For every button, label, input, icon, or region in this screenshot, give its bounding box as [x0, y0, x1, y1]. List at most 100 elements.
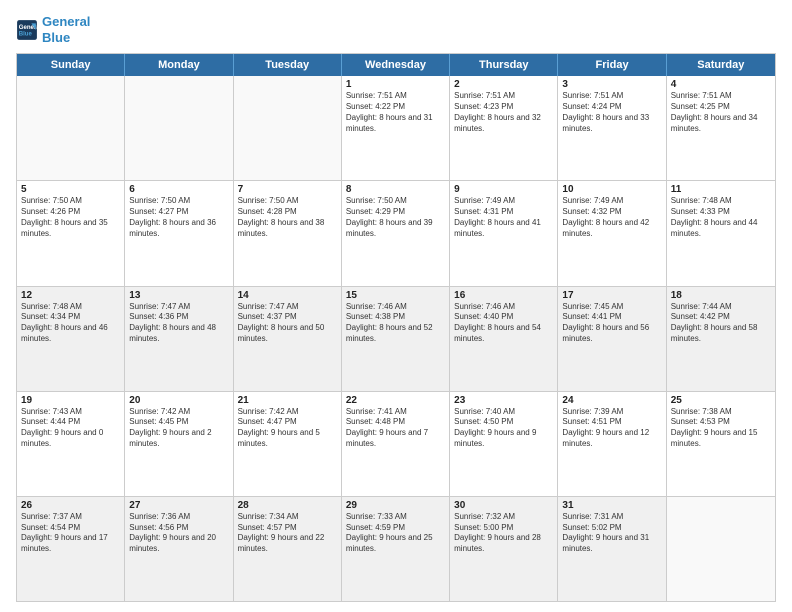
day-info: Sunrise: 7:50 AM Sunset: 4:29 PM Dayligh…	[346, 196, 445, 239]
day-number: 4	[671, 79, 771, 90]
day-number: 14	[238, 290, 337, 301]
day-number: 8	[346, 184, 445, 195]
calendar-cell-day-20: 20Sunrise: 7:42 AM Sunset: 4:45 PM Dayli…	[125, 392, 233, 496]
day-info: Sunrise: 7:50 AM Sunset: 4:26 PM Dayligh…	[21, 196, 120, 239]
calendar-cell-day-17: 17Sunrise: 7:45 AM Sunset: 4:41 PM Dayli…	[558, 287, 666, 391]
day-info: Sunrise: 7:40 AM Sunset: 4:50 PM Dayligh…	[454, 407, 553, 450]
logo: General Blue General Blue	[16, 14, 90, 45]
calendar-cell-day-14: 14Sunrise: 7:47 AM Sunset: 4:37 PM Dayli…	[234, 287, 342, 391]
day-info: Sunrise: 7:42 AM Sunset: 4:47 PM Dayligh…	[238, 407, 337, 450]
calendar-cell-day-26: 26Sunrise: 7:37 AM Sunset: 4:54 PM Dayli…	[17, 497, 125, 601]
calendar-cell-day-3: 3Sunrise: 7:51 AM Sunset: 4:24 PM Daylig…	[558, 76, 666, 180]
day-number: 3	[562, 79, 661, 90]
calendar-cell-day-2: 2Sunrise: 7:51 AM Sunset: 4:23 PM Daylig…	[450, 76, 558, 180]
calendar-cell-day-19: 19Sunrise: 7:43 AM Sunset: 4:44 PM Dayli…	[17, 392, 125, 496]
day-number: 11	[671, 184, 771, 195]
page: General Blue General Blue SundayMondayTu…	[0, 0, 792, 612]
calendar-cell-day-16: 16Sunrise: 7:46 AM Sunset: 4:40 PM Dayli…	[450, 287, 558, 391]
day-info: Sunrise: 7:48 AM Sunset: 4:33 PM Dayligh…	[671, 196, 771, 239]
calendar-cell-day-9: 9Sunrise: 7:49 AM Sunset: 4:31 PM Daylig…	[450, 181, 558, 285]
day-number: 28	[238, 500, 337, 511]
day-info: Sunrise: 7:50 AM Sunset: 4:27 PM Dayligh…	[129, 196, 228, 239]
day-number: 19	[21, 395, 120, 406]
day-info: Sunrise: 7:47 AM Sunset: 4:37 PM Dayligh…	[238, 302, 337, 345]
day-number: 7	[238, 184, 337, 195]
day-info: Sunrise: 7:51 AM Sunset: 4:25 PM Dayligh…	[671, 91, 771, 134]
calendar-cell-day-11: 11Sunrise: 7:48 AM Sunset: 4:33 PM Dayli…	[667, 181, 775, 285]
calendar-cell-day-6: 6Sunrise: 7:50 AM Sunset: 4:27 PM Daylig…	[125, 181, 233, 285]
svg-text:Blue: Blue	[19, 31, 33, 37]
day-info: Sunrise: 7:36 AM Sunset: 4:56 PM Dayligh…	[129, 512, 228, 555]
calendar-cell-day-13: 13Sunrise: 7:47 AM Sunset: 4:36 PM Dayli…	[125, 287, 233, 391]
day-info: Sunrise: 7:51 AM Sunset: 4:23 PM Dayligh…	[454, 91, 553, 134]
calendar-row-0: 1Sunrise: 7:51 AM Sunset: 4:22 PM Daylig…	[17, 76, 775, 181]
day-number: 16	[454, 290, 553, 301]
day-number: 31	[562, 500, 661, 511]
day-info: Sunrise: 7:49 AM Sunset: 4:32 PM Dayligh…	[562, 196, 661, 239]
day-info: Sunrise: 7:50 AM Sunset: 4:28 PM Dayligh…	[238, 196, 337, 239]
day-number: 13	[129, 290, 228, 301]
day-info: Sunrise: 7:43 AM Sunset: 4:44 PM Dayligh…	[21, 407, 120, 450]
day-number: 2	[454, 79, 553, 90]
calendar-cell-day-4: 4Sunrise: 7:51 AM Sunset: 4:25 PM Daylig…	[667, 76, 775, 180]
weekday-header-friday: Friday	[558, 54, 666, 76]
calendar-row-3: 19Sunrise: 7:43 AM Sunset: 4:44 PM Dayli…	[17, 392, 775, 497]
calendar-row-4: 26Sunrise: 7:37 AM Sunset: 4:54 PM Dayli…	[17, 497, 775, 601]
calendar-cell-day-28: 28Sunrise: 7:34 AM Sunset: 4:57 PM Dayli…	[234, 497, 342, 601]
day-info: Sunrise: 7:47 AM Sunset: 4:36 PM Dayligh…	[129, 302, 228, 345]
day-info: Sunrise: 7:45 AM Sunset: 4:41 PM Dayligh…	[562, 302, 661, 345]
day-info: Sunrise: 7:31 AM Sunset: 5:02 PM Dayligh…	[562, 512, 661, 555]
day-info: Sunrise: 7:38 AM Sunset: 4:53 PM Dayligh…	[671, 407, 771, 450]
day-number: 15	[346, 290, 445, 301]
day-number: 21	[238, 395, 337, 406]
day-number: 5	[21, 184, 120, 195]
calendar-cell-day-15: 15Sunrise: 7:46 AM Sunset: 4:38 PM Dayli…	[342, 287, 450, 391]
calendar-header: SundayMondayTuesdayWednesdayThursdayFrid…	[17, 54, 775, 76]
day-number: 24	[562, 395, 661, 406]
calendar-cell-day-10: 10Sunrise: 7:49 AM Sunset: 4:32 PM Dayli…	[558, 181, 666, 285]
calendar-cell-day-1: 1Sunrise: 7:51 AM Sunset: 4:22 PM Daylig…	[342, 76, 450, 180]
calendar-cell-day-31: 31Sunrise: 7:31 AM Sunset: 5:02 PM Dayli…	[558, 497, 666, 601]
day-number: 6	[129, 184, 228, 195]
day-number: 12	[21, 290, 120, 301]
day-number: 25	[671, 395, 771, 406]
day-info: Sunrise: 7:33 AM Sunset: 4:59 PM Dayligh…	[346, 512, 445, 555]
logo-text: General Blue	[42, 14, 90, 45]
weekday-header-sunday: Sunday	[17, 54, 125, 76]
calendar-cell-day-18: 18Sunrise: 7:44 AM Sunset: 4:42 PM Dayli…	[667, 287, 775, 391]
weekday-header-wednesday: Wednesday	[342, 54, 450, 76]
calendar-cell-day-22: 22Sunrise: 7:41 AM Sunset: 4:48 PM Dayli…	[342, 392, 450, 496]
calendar-row-1: 5Sunrise: 7:50 AM Sunset: 4:26 PM Daylig…	[17, 181, 775, 286]
day-number: 29	[346, 500, 445, 511]
day-number: 30	[454, 500, 553, 511]
calendar-cell-day-23: 23Sunrise: 7:40 AM Sunset: 4:50 PM Dayli…	[450, 392, 558, 496]
day-info: Sunrise: 7:32 AM Sunset: 5:00 PM Dayligh…	[454, 512, 553, 555]
calendar-cell-empty	[17, 76, 125, 180]
day-number: 26	[21, 500, 120, 511]
header: General Blue General Blue	[16, 14, 776, 45]
day-info: Sunrise: 7:51 AM Sunset: 4:24 PM Dayligh…	[562, 91, 661, 134]
weekday-header-monday: Monday	[125, 54, 233, 76]
day-number: 9	[454, 184, 553, 195]
day-number: 17	[562, 290, 661, 301]
calendar: SundayMondayTuesdayWednesdayThursdayFrid…	[16, 53, 776, 602]
day-number: 1	[346, 79, 445, 90]
calendar-cell-day-5: 5Sunrise: 7:50 AM Sunset: 4:26 PM Daylig…	[17, 181, 125, 285]
day-info: Sunrise: 7:51 AM Sunset: 4:22 PM Dayligh…	[346, 91, 445, 134]
day-info: Sunrise: 7:48 AM Sunset: 4:34 PM Dayligh…	[21, 302, 120, 345]
day-number: 18	[671, 290, 771, 301]
day-number: 10	[562, 184, 661, 195]
day-info: Sunrise: 7:44 AM Sunset: 4:42 PM Dayligh…	[671, 302, 771, 345]
calendar-cell-day-24: 24Sunrise: 7:39 AM Sunset: 4:51 PM Dayli…	[558, 392, 666, 496]
calendar-cell-day-12: 12Sunrise: 7:48 AM Sunset: 4:34 PM Dayli…	[17, 287, 125, 391]
calendar-cell-day-8: 8Sunrise: 7:50 AM Sunset: 4:29 PM Daylig…	[342, 181, 450, 285]
day-number: 23	[454, 395, 553, 406]
day-info: Sunrise: 7:39 AM Sunset: 4:51 PM Dayligh…	[562, 407, 661, 450]
logo-icon: General Blue	[16, 19, 38, 41]
day-number: 20	[129, 395, 228, 406]
calendar-cell-empty	[125, 76, 233, 180]
calendar-cell-day-30: 30Sunrise: 7:32 AM Sunset: 5:00 PM Dayli…	[450, 497, 558, 601]
day-info: Sunrise: 7:46 AM Sunset: 4:40 PM Dayligh…	[454, 302, 553, 345]
calendar-cell-empty	[234, 76, 342, 180]
weekday-header-tuesday: Tuesday	[234, 54, 342, 76]
